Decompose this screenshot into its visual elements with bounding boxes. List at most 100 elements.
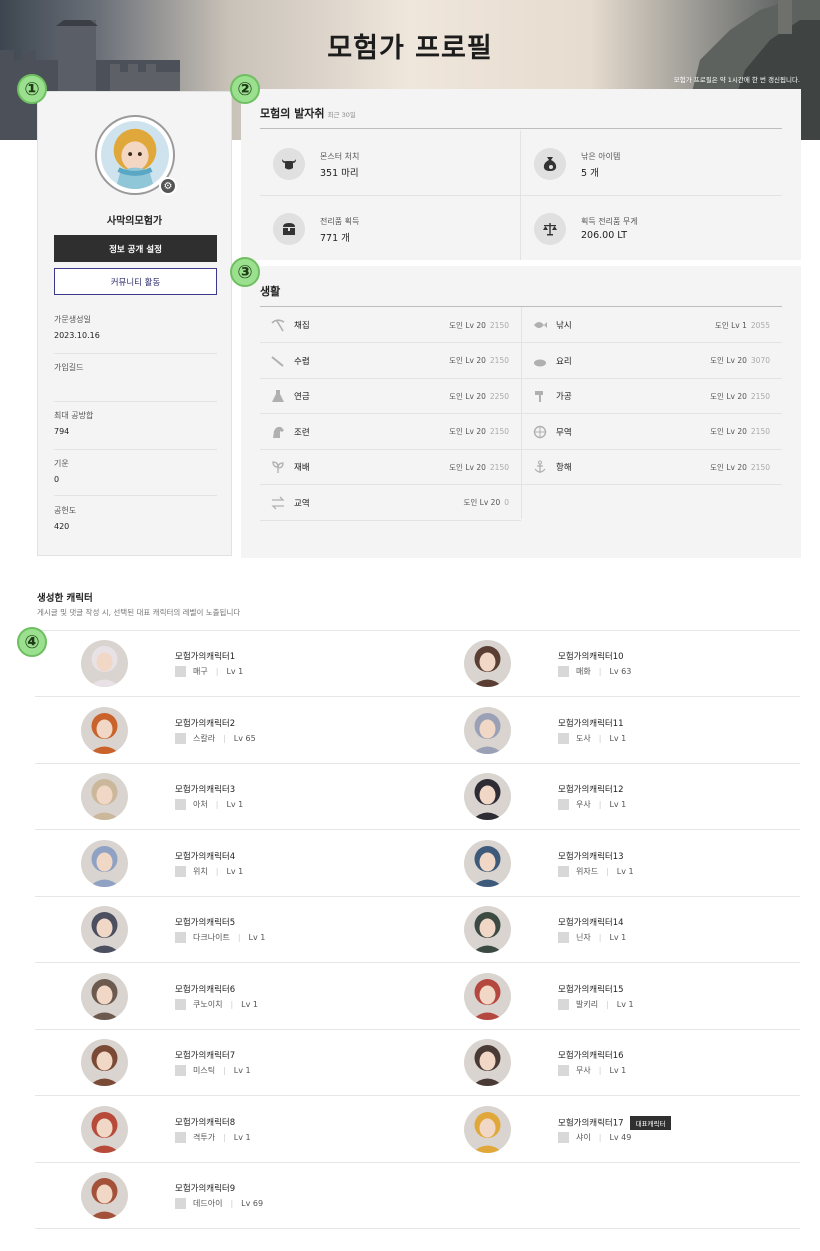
character-class: 매구	[193, 667, 208, 676]
life-skill-name: 재배	[294, 463, 310, 473]
character-avatar	[464, 906, 511, 953]
bull-head-icon	[273, 148, 305, 180]
character-class: 미스틱	[193, 1066, 216, 1075]
life-skill-level: 도인 Lv 20 2150	[449, 320, 509, 330]
separator: |	[230, 1199, 234, 1208]
class-icon	[175, 732, 186, 744]
life-skill-row: 채집 도인 Lv 20 2150	[260, 308, 521, 343]
character-level: Lv 63	[609, 667, 632, 676]
character-class: 샤이	[576, 1132, 591, 1142]
character-row[interactable]: 모험가의캐릭터9 데드아이 | Lv 69	[35, 1162, 415, 1228]
profile-name: 사막의모험가	[106, 216, 163, 227]
character-name: 모험가의캐릭터13	[558, 851, 624, 862]
footprints-title: 모험의 발자취 최근 30일	[260, 107, 356, 120]
life-skill-row: 무역 도인 Lv 20 2150	[522, 415, 782, 450]
life-skill-row: 재배 도인 Lv 20 2150	[260, 450, 521, 485]
gear-icon[interactable]: ⚙	[159, 177, 177, 195]
character-row[interactable]: 모험가의캐릭터4 위치 | Lv 1	[35, 830, 415, 896]
character-row[interactable]: 모험가의캐릭터14 닌자 | Lv 1	[418, 896, 798, 962]
class-icon	[558, 932, 569, 943]
life-skill-level: 도인 Lv 20 2150	[449, 427, 509, 436]
info-energy: 기운 0	[54, 458, 217, 496]
update-note: 모험가 프로필은 약 1시간에 한 번 갱신됩니다.	[673, 76, 800, 84]
character-row[interactable]: 모험가의캐릭터2 스칼라 | Lv 65	[35, 697, 415, 763]
separator: |	[598, 733, 602, 743]
character-name: 모험가의캐릭터3	[175, 785, 236, 795]
character-row[interactable]: 모험가의캐릭터13 위자드 | Lv 1	[418, 830, 798, 896]
characters-subtitle: 게시글 및 댓글 작성 시, 선택된 대표 캐릭터의 레벨이 노출됩니다	[37, 608, 241, 617]
character-row[interactable]: 모험가의캐릭터5 다크나이트 | Lv 1	[35, 896, 415, 962]
character-level: Lv 1	[248, 933, 266, 942]
profile-card: ⚙ 사막의모험가 정보 공개 설정 커뮤니티 활동 가문생성일 2023.10.…	[37, 91, 232, 556]
character-row[interactable]: 모험가의캐릭터17 대표캐릭터 샤이 | Lv 49	[418, 1096, 798, 1162]
life-panel: 생활 채집 도인 Lv 20 2150 낚시 도인 Lv 1 2055 수렵 도인 Lv 20…	[241, 266, 801, 558]
character-level: Lv 1	[241, 999, 258, 1009]
life-skill-name: 연금	[294, 392, 310, 402]
life-skill-level: 도인 Lv 20 2150	[710, 462, 770, 472]
class-icon	[558, 799, 569, 810]
character-name: 모험가의캐릭터17	[558, 1118, 624, 1128]
character-name: 모험가의캐릭터4	[175, 851, 236, 862]
community-activity-button[interactable]: 커뮤니티 활동	[54, 268, 217, 295]
life-skill-row: 수렵 도인 Lv 20 2150	[260, 344, 521, 379]
character-avatar	[464, 773, 511, 820]
character-row[interactable]: 모험가의캐릭터6 쿠노이치 | Lv 1	[35, 963, 415, 1029]
sprout-icon	[270, 459, 286, 475]
character-name: 모험가의캐릭터14	[558, 918, 624, 928]
separator: |	[215, 667, 219, 676]
separator: |	[606, 866, 609, 876]
life-skill-name: 무역	[556, 427, 572, 438]
flask-icon	[270, 388, 286, 404]
character-row[interactable]: 모험가의캐릭터12 우사 | Lv 1	[418, 763, 798, 829]
character-avatar	[464, 972, 511, 1020]
life-title: 생활	[260, 285, 281, 298]
scale-icon	[534, 213, 566, 245]
character-row[interactable]: 모험가의캐릭터3 아처 | Lv 1	[35, 763, 415, 829]
life-skill-level: 도인 Lv 20 2150	[710, 427, 770, 436]
life-skill-row: 연금 도인 Lv 20 2250	[260, 379, 521, 414]
character-row[interactable]: 모험가의캐릭터15 발키리 | Lv 1	[418, 963, 798, 1029]
character-row[interactable]: 모험가의캐릭터8 격투가 | Lv 1	[35, 1096, 415, 1162]
representative-badge: 대표캐릭터	[629, 1115, 672, 1130]
character-row[interactable]: 모험가의캐릭터7 미스틱 | Lv 1	[35, 1029, 415, 1095]
life-skill-name: 조련	[294, 427, 310, 438]
hammer-icon	[532, 388, 548, 404]
character-level: Lv 1	[616, 999, 634, 1009]
life-skill-name: 요리	[556, 356, 572, 367]
character-level: Lv 1	[609, 800, 627, 809]
privacy-settings-button[interactable]: 정보 공개 설정	[54, 235, 217, 262]
character-avatar	[81, 906, 128, 953]
info-contribution: 공헌도 420	[54, 506, 77, 531]
life-skill-level: 도인 Lv 20 2150	[449, 462, 509, 472]
exchange-icon	[270, 495, 286, 511]
character-level: Lv 1	[226, 667, 244, 676]
life-skill-row: 조련 도인 Lv 20 2150	[260, 415, 521, 450]
character-class: 매화	[576, 667, 591, 676]
character-row[interactable]: 모험가의캐릭터1 매구 | Lv 1	[35, 630, 415, 696]
separator: |	[598, 1132, 602, 1142]
class-icon	[175, 1131, 186, 1143]
separator: |	[215, 866, 219, 876]
life-skill-name: 수렵	[294, 356, 310, 367]
marker-1: ①	[17, 74, 47, 104]
class-icon	[175, 998, 186, 1010]
life-skill-level: 도인 Lv 20 3070	[710, 356, 770, 365]
class-icon	[175, 666, 186, 677]
character-class: 발키리	[576, 999, 599, 1009]
horse-icon	[270, 424, 286, 440]
character-avatar	[464, 640, 511, 687]
fish-bag-icon	[534, 148, 566, 180]
character-class: 데드아이	[193, 1199, 223, 1208]
character-name: 모험가의캐릭터6	[175, 984, 236, 995]
info-family-created: 가문생성일 2023.10.16	[54, 314, 217, 354]
character-row[interactable]: 모험가의캐릭터16 무사 | Lv 1	[418, 1029, 798, 1095]
life-skill-level: 도인 Lv 20 0	[463, 498, 509, 507]
marker-3: ③	[230, 257, 260, 287]
marker-2: ②	[230, 74, 260, 104]
character-row[interactable]: 모험가의캐릭터10 매화 | Lv 63	[418, 630, 798, 696]
character-name: 모험가의캐릭터12	[558, 785, 624, 795]
stat-fished-items: 낚은 아이템 5 개	[521, 131, 781, 195]
character-row[interactable]: 모험가의캐릭터11 도사 | Lv 1	[418, 697, 798, 763]
class-icon	[175, 932, 186, 943]
life-skill-level: 도인 Lv 20 2250	[449, 391, 509, 401]
